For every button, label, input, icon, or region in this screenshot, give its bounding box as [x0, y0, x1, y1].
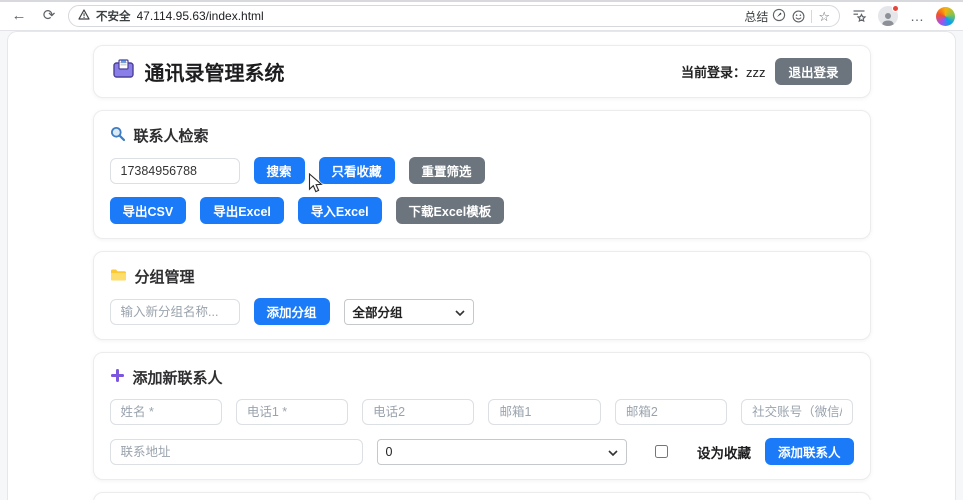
- browser-toolbar: ← ⟳ 不安全 47.114.95.63/index.html 总结 ☆ …: [0, 2, 963, 31]
- notification-dot: [892, 5, 899, 12]
- chevron-down-icon: [454, 305, 465, 319]
- security-warning-icon: [78, 7, 90, 25]
- summarize-label: 总结: [744, 9, 769, 24]
- login-label: 当前登录：: [680, 65, 746, 80]
- group-filter-value: 全部分组: [352, 306, 403, 320]
- reset-filter-button[interactable]: 重置筛选: [408, 157, 485, 184]
- app-header-card: 通讯录管理系统 当前登录：zzz 退出登录: [92, 45, 871, 98]
- search-button[interactable]: 搜索: [253, 157, 305, 184]
- add-group-button[interactable]: 添加分组: [253, 298, 330, 325]
- card-index-icon: [112, 57, 135, 86]
- group-row: 添加分组 全部分组: [109, 298, 854, 325]
- plus-icon: [110, 368, 125, 387]
- search-icon: [110, 126, 126, 146]
- group-management-card: 分组管理 添加分组 全部分组: [92, 251, 871, 340]
- export-csv-button[interactable]: 导出CSV: [109, 197, 187, 224]
- group-heading-label: 分组管理: [134, 269, 195, 286]
- phone1-field[interactable]: [235, 399, 349, 425]
- feedback-smiley-icon[interactable]: [792, 10, 805, 23]
- address-field[interactable]: [109, 438, 363, 465]
- security-label[interactable]: 不安全: [96, 8, 131, 24]
- import-export-row: 导出CSV 导出Excel 导入Excel 下载Excel模板: [109, 197, 854, 224]
- summarize-icon: [772, 8, 786, 25]
- summarize-extension-button[interactable]: 总结: [744, 8, 786, 25]
- add-contact-card: 添加新联系人 0 设为收藏 添加联系人: [92, 352, 871, 480]
- favorite-label: 设为收藏: [697, 445, 751, 461]
- more-menu-button[interactable]: …: [906, 5, 928, 27]
- social-account-field[interactable]: [741, 399, 854, 425]
- login-username: zzz: [745, 65, 766, 80]
- current-login-text: 当前登录：zzz: [681, 62, 766, 81]
- add-contact-heading: 添加新联系人: [110, 367, 854, 388]
- refresh-button[interactable]: ⟳: [38, 5, 60, 27]
- group-section-heading: 分组管理: [110, 266, 854, 287]
- phone2-field[interactable]: [362, 399, 475, 425]
- export-excel-button[interactable]: 导出Excel: [200, 197, 284, 224]
- pill-separator: [811, 9, 813, 23]
- favorite-checkbox[interactable]: [655, 445, 669, 458]
- main-content: 通讯录管理系统 当前登录：zzz 退出登录 联系人检索 搜索 只看收藏 重置筛选…: [92, 32, 871, 500]
- email2-field[interactable]: [614, 399, 728, 425]
- contact-group-select[interactable]: 0: [376, 438, 627, 465]
- url-text[interactable]: 47.114.95.63/index.html: [137, 9, 264, 23]
- app-title-row: 通讯录管理系统: [112, 57, 285, 86]
- import-excel-button[interactable]: 导入Excel: [297, 197, 382, 224]
- new-group-input[interactable]: [109, 298, 240, 325]
- web-page: 通讯录管理系统 当前登录：zzz 退出登录 联系人检索 搜索 只看收藏 重置筛选…: [7, 31, 956, 500]
- search-input[interactable]: [109, 157, 240, 184]
- chevron-down-icon: [607, 445, 618, 459]
- folder-icon: [110, 268, 127, 286]
- search-heading-label: 联系人检索: [133, 128, 209, 145]
- back-button[interactable]: ←: [8, 5, 30, 27]
- profile-avatar[interactable]: [878, 5, 899, 26]
- download-template-button[interactable]: 下载Excel模板: [395, 197, 505, 224]
- search-row: 搜索 只看收藏 重置筛选: [109, 157, 854, 184]
- contact-group-value: 0: [385, 444, 393, 459]
- contact-submit-row: 0 设为收藏 添加联系人: [109, 438, 854, 465]
- page-title: 通讯录管理系统: [144, 63, 285, 85]
- contact-search-card: 联系人检索 搜索 只看收藏 重置筛选 导出CSV 导出Excel 导入Excel…: [92, 110, 871, 239]
- browser-viewport: 通讯录管理系统 当前登录：zzz 退出登录 联系人检索 搜索 只看收藏 重置筛选…: [0, 31, 963, 500]
- copilot-icon[interactable]: [936, 6, 955, 26]
- address-bar[interactable]: 不安全 47.114.95.63/index.html 总结 ☆: [68, 5, 840, 27]
- contact-fields-row: [109, 399, 854, 425]
- name-field[interactable]: [109, 399, 222, 425]
- collections-icon[interactable]: [848, 5, 870, 27]
- contact-list-card: 联系人列表: [92, 492, 871, 500]
- favorites-only-button[interactable]: 只看收藏: [318, 157, 395, 184]
- add-contact-heading-label: 添加新联系人: [132, 370, 223, 387]
- login-area: 当前登录：zzz 退出登录: [681, 58, 852, 85]
- group-filter-select[interactable]: 全部分组: [343, 298, 474, 325]
- add-contact-button[interactable]: 添加联系人: [765, 438, 854, 465]
- logout-button[interactable]: 退出登录: [775, 58, 852, 85]
- search-section-heading: 联系人检索: [110, 125, 854, 146]
- email1-field[interactable]: [488, 399, 601, 425]
- bookmark-star-icon[interactable]: ☆: [818, 10, 830, 23]
